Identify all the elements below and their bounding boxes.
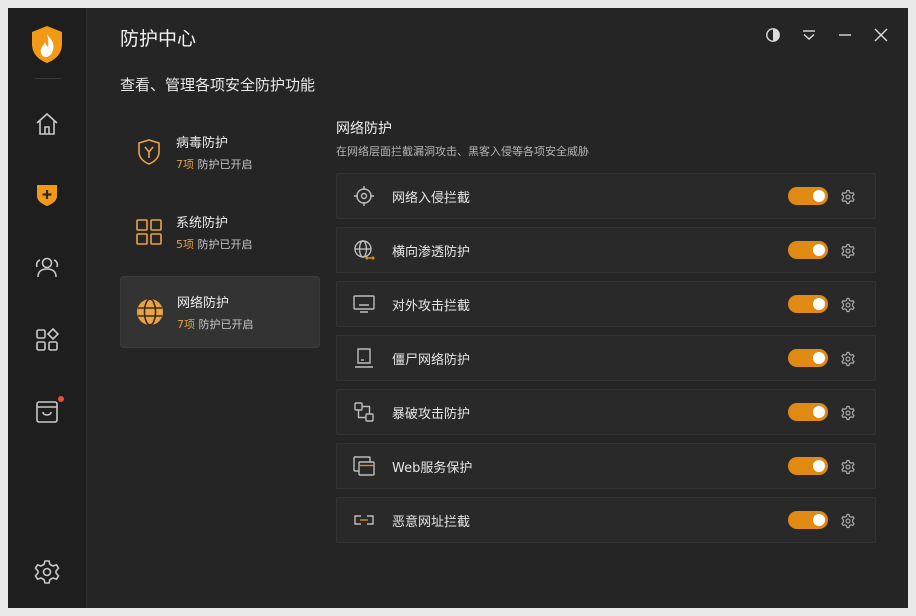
item-label: 网络入侵拦截 bbox=[392, 190, 471, 206]
device-icon bbox=[352, 346, 376, 370]
users-icon[interactable] bbox=[33, 253, 61, 281]
toggle-switch[interactable] bbox=[788, 403, 828, 421]
category-count: 5项 bbox=[176, 238, 194, 251]
category-count: 7项 bbox=[176, 158, 194, 171]
globe-arrow-icon bbox=[352, 238, 376, 262]
gear-icon[interactable] bbox=[840, 405, 856, 421]
item-label: 对外攻击拦截 bbox=[392, 298, 471, 314]
network-protection-panel: 网络防护 在网络层面拦截漏洞攻击、黑客入侵等各项安全威胁 网络入侵拦截 横向渗透… bbox=[336, 118, 876, 551]
gear-icon[interactable] bbox=[840, 243, 856, 259]
gear-icon[interactable] bbox=[840, 189, 856, 205]
home-icon[interactable] bbox=[33, 110, 61, 138]
toggle-switch[interactable] bbox=[788, 187, 828, 205]
toggle-switch[interactable] bbox=[788, 295, 828, 313]
gear-icon[interactable] bbox=[840, 351, 856, 367]
list-item: Web服务保护 bbox=[336, 443, 876, 489]
category-list: 病毒防护 7项 防护已开启 系统防护 5项 防护已开启 网络防护 7项 防护已开… bbox=[120, 116, 320, 356]
category-count: 7项 bbox=[177, 318, 195, 331]
category-status: 防护已开启 bbox=[197, 238, 253, 251]
link-icon bbox=[352, 508, 376, 532]
apps-icon[interactable] bbox=[33, 326, 61, 354]
menu-button[interactable] bbox=[800, 26, 818, 44]
item-label: 暴破攻击防护 bbox=[392, 406, 471, 422]
protection-icon[interactable] bbox=[33, 180, 61, 208]
panel-description: 在网络层面拦截漏洞攻击、黑客入侵等各项安全威胁 bbox=[336, 145, 589, 158]
windows-icon bbox=[352, 454, 376, 478]
category-system-protection[interactable]: 系统防护 5项 防护已开启 bbox=[120, 196, 320, 268]
window-controls bbox=[764, 26, 890, 44]
category-name: 网络防护 bbox=[177, 296, 230, 311]
main-area: 防护中心 查看、管理各项安全防护功能 病毒防护 7项 防护已开启 系统防护 5项… bbox=[87, 8, 908, 608]
list-item: 网络入侵拦截 bbox=[336, 173, 876, 219]
sidebar bbox=[8, 8, 87, 608]
window-title: 防护中心 bbox=[120, 28, 197, 50]
settings-icon[interactable] bbox=[33, 558, 61, 586]
minimize-icon bbox=[839, 34, 851, 36]
notification-dot bbox=[58, 396, 64, 402]
protection-items: 网络入侵拦截 横向渗透防护 对外攻击拦截 僵尸网络防护 暴破攻击防护 Web服务… bbox=[336, 173, 876, 543]
list-item: 横向渗透防护 bbox=[336, 227, 876, 273]
category-name: 系统防护 bbox=[176, 216, 229, 231]
menu-dropdown-icon bbox=[803, 30, 815, 40]
target-icon bbox=[352, 184, 376, 208]
item-label: 横向渗透防护 bbox=[392, 244, 471, 260]
gear-icon[interactable] bbox=[840, 297, 856, 313]
item-label: 恶意网址拦截 bbox=[392, 514, 471, 530]
item-label: 僵尸网络防护 bbox=[392, 352, 471, 368]
store-icon[interactable] bbox=[33, 396, 64, 426]
toggle-switch[interactable] bbox=[788, 349, 828, 367]
monitor-icon bbox=[352, 292, 376, 316]
network-globe-icon bbox=[135, 297, 165, 327]
category-name: 病毒防护 bbox=[176, 136, 229, 151]
virus-shield-icon bbox=[134, 137, 164, 167]
toggle-switch[interactable] bbox=[788, 241, 828, 259]
nodes-icon bbox=[352, 400, 376, 424]
close-icon bbox=[874, 28, 888, 42]
app-window: 防护中心 查看、管理各项安全防护功能 病毒防护 7项 防护已开启 系统防护 5项… bbox=[8, 8, 908, 608]
category-network-protection[interactable]: 网络防护 7项 防护已开启 bbox=[120, 276, 320, 348]
gear-icon[interactable] bbox=[840, 513, 856, 529]
list-item: 僵尸网络防护 bbox=[336, 335, 876, 381]
minimize-button[interactable] bbox=[836, 26, 854, 44]
category-virus-protection[interactable]: 病毒防护 7项 防护已开启 bbox=[120, 116, 320, 188]
system-grid-icon bbox=[134, 217, 164, 247]
item-label: Web服务保护 bbox=[392, 460, 473, 476]
close-button[interactable] bbox=[872, 26, 890, 44]
page-subtitle: 查看、管理各项安全防护功能 bbox=[120, 76, 316, 94]
gear-icon[interactable] bbox=[840, 459, 856, 475]
panel-title: 网络防护 bbox=[336, 121, 392, 137]
app-logo-icon bbox=[29, 24, 65, 64]
list-item: 恶意网址拦截 bbox=[336, 497, 876, 543]
sidebar-divider bbox=[35, 78, 61, 79]
theme-toggle-button[interactable] bbox=[764, 26, 782, 44]
list-item: 对外攻击拦截 bbox=[336, 281, 876, 327]
list-item: 暴破攻击防护 bbox=[336, 389, 876, 435]
category-status: 防护已开启 bbox=[197, 158, 253, 171]
category-status: 防护已开启 bbox=[198, 318, 254, 331]
toggle-switch[interactable] bbox=[788, 457, 828, 475]
contrast-icon bbox=[766, 28, 780, 42]
toggle-switch[interactable] bbox=[788, 511, 828, 529]
